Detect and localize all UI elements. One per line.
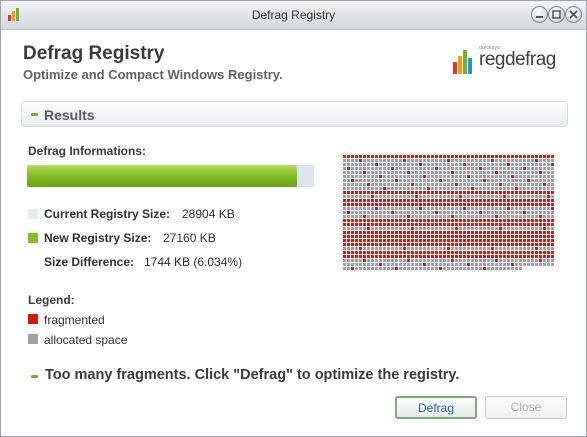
legend-allocated-label: allocated space — [44, 333, 128, 347]
status-message-text: Too many fragments. Click "Defrag" to op… — [45, 367, 460, 383]
message-bullet-icon — [31, 375, 38, 378]
legend-fragmented-label: fragmented — [44, 313, 105, 327]
fragmented-swatch — [28, 314, 38, 324]
window-title: Defrag Registry — [251, 8, 336, 22]
allocated-swatch — [28, 334, 38, 344]
defrag-button[interactable]: Defrag — [395, 396, 477, 419]
maximize-icon — [552, 10, 561, 19]
new-size-value: 27160 KB — [163, 231, 216, 245]
defrag-info-label: Defrag Informations: — [28, 144, 147, 158]
section-bullet-icon — [31, 113, 38, 116]
size-progress-bar — [27, 165, 314, 187]
size-difference-label: Size Difference: — [44, 255, 135, 269]
new-size-label: New Registry Size: — [44, 231, 152, 245]
close-icon — [569, 10, 578, 19]
results-section-header: Results — [21, 101, 568, 127]
close-button[interactable]: Close — [485, 396, 567, 419]
minimize-icon — [536, 16, 543, 18]
current-size-swatch — [28, 209, 38, 219]
registry-block-map — [343, 155, 554, 270]
new-size-swatch — [28, 233, 38, 243]
size-difference-value: 1744 KB (6.034%) — [144, 255, 243, 269]
logo-wordmark: regdefrag — [479, 49, 556, 70]
maximize-button[interactable] — [548, 6, 565, 23]
page-title: Defrag Registry — [23, 43, 165, 64]
page-subtitle: Optimize and Compact Windows Registry. — [23, 67, 283, 82]
regdefrag-logo: quicksys' regdefrag — [453, 45, 565, 77]
results-section-title: Results — [44, 107, 95, 123]
legend-title: Legend: — [28, 293, 75, 307]
defrag-registry-window: Defrag Registry Defrag Registry Optimize… — [0, 0, 587, 437]
size-progress-fill — [27, 165, 297, 187]
close-window-button[interactable] — [565, 6, 582, 23]
current-size-value: 28904 KB — [182, 207, 235, 221]
minimize-button[interactable] — [531, 6, 548, 23]
title-bar[interactable]: Defrag Registry — [1, 1, 586, 30]
logo-bars-icon — [453, 50, 472, 74]
current-size-label: Current Registry Size: — [44, 207, 171, 221]
